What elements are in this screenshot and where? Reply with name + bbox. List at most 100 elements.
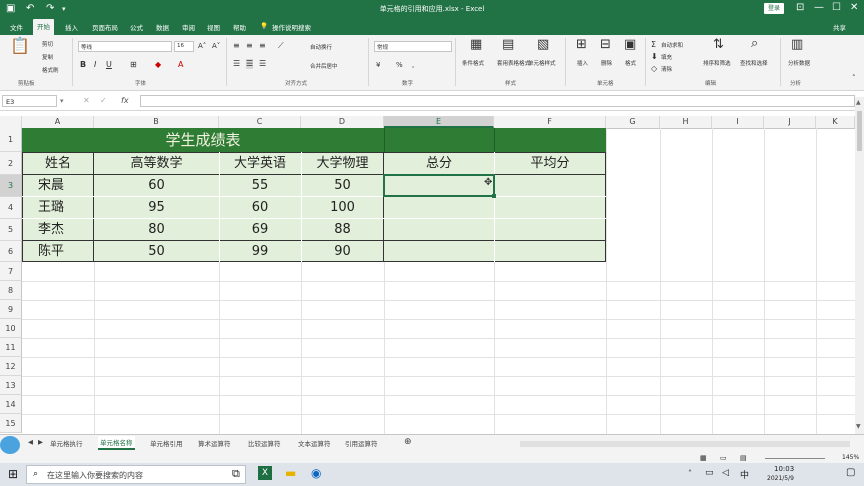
table-title-cell-e1[interactable] [384, 128, 494, 152]
minimize-button[interactable]: — [814, 2, 824, 13]
column-header[interactable]: F [494, 116, 606, 128]
row-header[interactable]: 10 [0, 319, 22, 338]
zoom-slider[interactable] [765, 458, 825, 459]
page-break-view-icon[interactable]: ▤ [740, 454, 747, 462]
align-top-icon[interactable]: ≡ [233, 41, 240, 51]
tell-me-search[interactable]: 操作说明搜索 [272, 22, 311, 32]
format-painter-button[interactable]: 格式刷 [42, 66, 59, 74]
borders-icon[interactable]: ⊞ [130, 60, 137, 70]
fill-handle[interactable] [492, 194, 496, 198]
name-box[interactable]: E3 [2, 95, 57, 107]
enter-icon[interactable]: ✓ [100, 96, 107, 106]
format-table-icon[interactable]: ▤ [502, 38, 514, 51]
underline-icon[interactable]: U [106, 60, 112, 70]
clock-time[interactable]: 10:03 [774, 465, 794, 473]
tab-home[interactable]: 开始 [33, 19, 54, 35]
analyze-data-button[interactable]: 分析数据 [788, 59, 810, 67]
bold-icon[interactable]: B [80, 60, 86, 70]
fill-icon[interactable]: ⬇ [651, 52, 658, 62]
network-icon[interactable]: ▭ [705, 468, 714, 478]
format-cells-icon[interactable]: ▣ [624, 38, 636, 51]
tray-chevron-icon[interactable]: ˄ [688, 469, 692, 478]
sheet-tab[interactable]: 比较运算符 [248, 438, 281, 448]
tab-file[interactable]: 文件 [10, 22, 23, 32]
row-header[interactable]: 12 [0, 357, 22, 376]
vertical-scrollbar[interactable]: ▲ ▼ [855, 97, 864, 434]
windows-start-icon[interactable]: ⊞ [8, 467, 18, 481]
login-button[interactable]: 登录 [764, 3, 784, 14]
taskbar-search[interactable]: ⌕ 在这里输入你要搜索的内容 [26, 465, 246, 484]
tab-data[interactable]: 数据 [156, 22, 169, 32]
font-color-icon[interactable]: A [178, 60, 183, 70]
volume-icon[interactable]: ◁ [722, 468, 729, 478]
tab-prev-icon[interactable]: ◀ [28, 438, 33, 446]
add-sheet-icon[interactable]: ⊕ [404, 437, 412, 447]
delete-cells-button[interactable]: 删除 [601, 59, 612, 67]
wrap-text-button[interactable]: 自动换行 [310, 43, 332, 51]
task-view-icon[interactable]: ⧉ [232, 467, 240, 481]
close-button[interactable]: ✕ [850, 2, 858, 13]
sheet-tab[interactable]: 引用运算符 [345, 438, 378, 448]
sheet-tab[interactable]: 文本运算符 [298, 438, 331, 448]
fill-button[interactable]: 填充 [661, 53, 672, 61]
currency-icon[interactable]: ¥ [376, 60, 380, 70]
ime-indicator-icon[interactable]: 中 [740, 468, 749, 481]
sheet-tab[interactable]: 单元格执行 [50, 438, 83, 448]
align-right-icon[interactable]: ☰ [259, 59, 266, 69]
align-center-icon[interactable]: ☰ [246, 59, 254, 69]
share-button[interactable]: 共享 [833, 22, 846, 32]
copy-button[interactable]: 复制 [42, 53, 53, 61]
zoom-level[interactable]: 145% [842, 454, 859, 461]
font-name-select[interactable]: 等线 [78, 41, 172, 52]
analyze-data-icon[interactable]: ▥ [791, 38, 803, 51]
cancel-icon[interactable]: ✕ [83, 96, 90, 106]
row-header[interactable]: 1 [0, 128, 22, 152]
column-header[interactable]: J [764, 116, 816, 128]
format-table-button[interactable]: 套用表格格式 [497, 59, 530, 67]
excel-app-icon[interactable]: X [258, 466, 272, 480]
sort-filter-icon[interactable]: ⇅ [713, 38, 724, 51]
selected-cell-e3[interactable] [383, 174, 495, 197]
cell-styles-button[interactable]: 单元格样式 [528, 59, 556, 67]
fill-color-icon[interactable]: ◆ [155, 60, 161, 70]
notifications-icon[interactable]: ▢ [846, 467, 855, 478]
maximize-button[interactable]: ☐ [832, 2, 841, 13]
namebox-dropdown-icon[interactable]: ▾ [60, 96, 64, 106]
comma-icon[interactable]: , [412, 60, 414, 70]
sort-filter-button[interactable]: 排序和筛选 [703, 59, 731, 67]
conditional-format-button[interactable]: 条件格式 [462, 59, 484, 67]
tab-page-layout[interactable]: 页面布局 [92, 22, 118, 32]
row-header[interactable]: 14 [0, 395, 22, 414]
tab-view[interactable]: 视图 [207, 22, 220, 32]
formula-input[interactable] [140, 95, 855, 107]
percent-icon[interactable]: % [396, 60, 403, 70]
insert-cells-icon[interactable]: ⊞ [576, 38, 587, 51]
tab-help[interactable]: 帮助 [233, 22, 246, 32]
column-header[interactable]: K [816, 116, 855, 128]
row-header[interactable]: 13 [0, 376, 22, 395]
collapse-ribbon-icon[interactable]: ˄ [852, 73, 856, 83]
worksheet-grid[interactable]: A B C D E F G H I J K 1 2 3 4 5 6 7 8 9 … [0, 116, 855, 434]
align-bottom-icon[interactable]: ≡ [259, 41, 266, 51]
italic-icon[interactable]: I [94, 60, 96, 70]
column-header[interactable]: C [219, 116, 301, 128]
sheet-tab[interactable]: 单元格引用 [150, 438, 183, 448]
tab-insert[interactable]: 插入 [65, 22, 78, 32]
clear-button[interactable]: 清除 [661, 65, 672, 73]
table-title-cell-f1[interactable] [494, 128, 606, 152]
cut-button[interactable]: 剪切 [42, 40, 53, 48]
scroll-up-icon[interactable]: ▲ [856, 99, 861, 106]
file-explorer-icon[interactable]: ▬ [285, 466, 296, 480]
font-size-select[interactable]: 16 [174, 41, 194, 52]
column-header[interactable]: I [712, 116, 764, 128]
column-header[interactable]: A [22, 116, 94, 128]
autosum-icon[interactable]: Σ [651, 40, 656, 50]
page-layout-view-icon[interactable]: ▭ [720, 454, 727, 462]
find-select-icon[interactable]: ⌕ [751, 37, 758, 50]
autosum-button[interactable]: 自动求和 [661, 41, 683, 49]
clear-icon[interactable]: ◇ [651, 64, 657, 74]
column-header[interactable]: B [94, 116, 219, 128]
tab-review[interactable]: 审阅 [182, 22, 195, 32]
column-header[interactable]: G [606, 116, 660, 128]
row-header[interactable]: 8 [0, 281, 22, 300]
